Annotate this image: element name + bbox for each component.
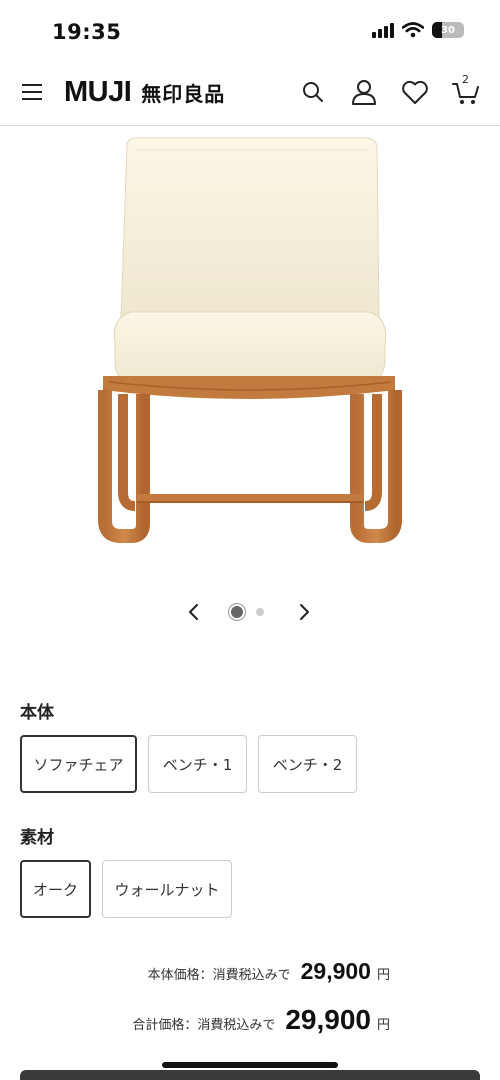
site-header: MUJI 無印良品 2	[0, 62, 500, 126]
status-bar: 19:35 30	[0, 0, 500, 62]
material-variant-options: オーク ウォールナット	[20, 860, 232, 918]
material-variant-label: 素材	[20, 828, 54, 848]
chair-image[interactable]	[95, 132, 405, 552]
base-price-row: 本体価格：消費税込みで 29,900 円	[148, 958, 390, 985]
body-variant-label: 本体	[20, 703, 54, 723]
menu-icon[interactable]	[22, 84, 42, 100]
status-icons: 30	[372, 22, 464, 38]
cart-count-badge: 2	[462, 73, 469, 86]
signal-icon	[372, 22, 394, 38]
status-time: 19:35	[52, 20, 122, 44]
search-button[interactable]	[297, 76, 329, 108]
body-variant-options: ソファチェア ベンチ・1 ベンチ・2	[20, 735, 357, 793]
base-price-label: 本体価格：消費税込みで	[147, 968, 291, 983]
chevron-right-icon	[300, 604, 309, 620]
image-carousel-controls	[0, 596, 500, 628]
total-price-value: 29,900	[285, 1004, 371, 1035]
option-sofa-chair[interactable]: ソファチェア	[20, 735, 137, 793]
carousel-dot[interactable]	[256, 608, 264, 616]
battery-icon: 30	[432, 22, 464, 38]
total-price-currency: 円	[376, 1018, 390, 1033]
heart-icon	[402, 80, 428, 104]
option-bench-1[interactable]: ベンチ・1	[148, 735, 247, 793]
total-price-row: 合計価格：消費税込みで 29,900 円	[132, 1004, 390, 1036]
account-button[interactable]	[348, 76, 380, 108]
account-icon	[352, 80, 376, 105]
logo-kanji: 無印良品	[141, 82, 226, 106]
base-price-value: 29,900	[300, 958, 371, 984]
search-icon	[303, 82, 323, 102]
wifi-icon	[402, 22, 424, 38]
logo[interactable]: MUJI 無印良品	[64, 76, 225, 109]
chevron-left-icon	[189, 604, 198, 620]
logo-latin: MUJI	[64, 76, 132, 108]
favorites-button[interactable]	[399, 76, 431, 108]
cart-button[interactable]: 2	[450, 73, 482, 108]
carousel-prev-button[interactable]	[182, 600, 206, 624]
carousel-dot-active[interactable]	[231, 606, 243, 618]
option-bench-2[interactable]: ベンチ・2	[258, 735, 357, 793]
option-oak[interactable]: オーク	[20, 860, 91, 918]
base-price-currency: 円	[376, 968, 390, 983]
add-to-cart-bar[interactable]	[20, 1070, 480, 1080]
total-price-label: 合計価格：消費税込みで	[132, 1018, 276, 1033]
option-walnut[interactable]: ウォールナット	[102, 860, 232, 918]
carousel-next-button[interactable]	[292, 600, 316, 624]
home-indicator	[162, 1062, 338, 1068]
battery-percent: 30	[441, 24, 455, 36]
